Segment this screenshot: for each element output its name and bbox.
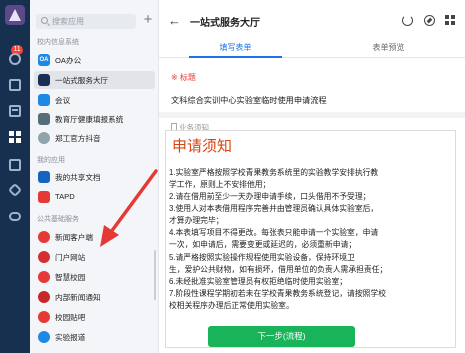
page-title: 一站式服务大厅 <box>190 18 260 29</box>
smart-campus-icon <box>38 271 50 283</box>
health-report-icon <box>38 113 50 125</box>
rule-line: 一次，如申请后，需要变更或延迟的，必须重新申请； <box>169 240 357 249</box>
rule-line: 6.未经批准实验室管理员有权拒绝临时使用实验室； <box>169 277 348 286</box>
sidebar-item-campus-forum[interactable]: 校园贴吧 <box>34 308 155 326</box>
main-panel: ← 一站式服务大厅 填写表单 表单预览 ※ 标题 文科综合实训中心实验室临时使用… <box>159 0 465 353</box>
oa-icon: OA <box>38 54 50 66</box>
rule-line: 学工作，原则上不安排他用； <box>169 180 271 189</box>
sidebar-item-label: TAPD <box>55 192 75 201</box>
chat-icon[interactable] <box>9 53 21 65</box>
tapd-icon <box>38 191 50 203</box>
sidebar-item-lab-report[interactable]: 实验报道 <box>34 328 155 346</box>
sidebar-item-label: OA办公 <box>55 56 82 65</box>
calendar-icon[interactable] <box>9 105 21 117</box>
title-field-label: ※ 标题 <box>171 73 196 82</box>
sidebar-item-label: 实验报道 <box>55 333 86 342</box>
form-tabs: 填写表单 表单预览 <box>159 38 465 58</box>
rule-line: 校相关程序办理后正常使用实验室。 <box>169 301 294 310</box>
rule-line: 才算办理完毕； <box>169 216 224 225</box>
refresh-icon[interactable] <box>402 15 413 26</box>
sidebar-item-health-report[interactable]: 教育厅健康填报系统 <box>34 110 155 128</box>
sidebar-item-portal[interactable]: 门户网站 <box>34 248 155 266</box>
section-my-apps: 我的应用 <box>37 157 65 164</box>
sidebar-item-label: 我的共享文档 <box>55 173 101 182</box>
sidebar-item-tapd[interactable]: TAPD <box>34 188 155 206</box>
campus-forum-icon <box>38 311 50 323</box>
sidebar-item-douyin[interactable]: 郑工官方抖音 <box>34 129 155 147</box>
sidebar-item-label: 校园贴吧 <box>55 313 86 322</box>
section-school-systems: 校内信息系统 <box>37 39 79 46</box>
apps-grid-icon[interactable] <box>9 131 21 143</box>
sidebar-scrollbar[interactable] <box>154 250 156 300</box>
sidebar-item-internal-news[interactable]: 内部新闻通知 <box>34 288 155 306</box>
logo-icon <box>9 9 21 21</box>
douyin-icon <box>38 132 50 144</box>
next-step-button[interactable]: 下一步(流程) <box>208 326 355 347</box>
more-apps-icon[interactable] <box>445 15 456 26</box>
settings-icon[interactable] <box>7 182 23 198</box>
sidebar-item-label: 内部新闻通知 <box>55 293 101 302</box>
app-sidebar: 搜索应用 + 校内信息系统 OA OA办公 一站式服务大厅 会议 教育厅健康填报… <box>30 0 159 353</box>
add-app-button[interactable]: + <box>142 12 154 28</box>
notice-content: 申请须知 1.实验室严格按照学校青果教务系统里的实验教学安排执行教 学工作，原则… <box>165 130 456 348</box>
cloud-icon[interactable] <box>9 212 21 221</box>
contacts-icon[interactable] <box>9 79 21 91</box>
sidebar-item-news-client[interactable]: 新闻客户端 <box>34 228 155 246</box>
portal-icon <box>38 251 50 263</box>
sidebar-item-label: 教育厅健康填报系统 <box>55 115 124 124</box>
section-public-services: 公共基础服务 <box>37 216 79 223</box>
service-hall-icon <box>38 74 50 86</box>
rule-line: 2.请在借用前至少一天办理申请手续，口头借用不予受理； <box>169 192 371 201</box>
tab-form-preview[interactable]: 表单预览 <box>312 42 465 53</box>
mail-icon[interactable] <box>9 159 21 171</box>
section-divider <box>159 112 465 118</box>
sidebar-item-service-hall[interactable]: 一站式服务大厅 <box>34 71 155 89</box>
active-tab-indicator <box>189 56 282 58</box>
sidebar-item-label: 新闻客户端 <box>55 233 93 242</box>
rule-line: 生，爱护公共财物，如有损坏，借用单位的负责人需承担责任； <box>169 265 388 274</box>
internal-news-icon <box>38 291 50 303</box>
rule-line: 4.本表填写项目不得更改。每张表只能申请一个实验室，申请 <box>169 228 379 237</box>
sidebar-item-oa[interactable]: OA OA办公 <box>34 51 155 69</box>
search-placeholder: 搜索应用 <box>52 17 84 26</box>
search-input[interactable]: 搜索应用 <box>36 14 136 29</box>
sidebar-item-shared-docs[interactable]: 我的共享文档 <box>34 168 155 186</box>
sidebar-item-meeting[interactable]: 会议 <box>34 91 155 109</box>
compass-icon[interactable] <box>424 15 435 26</box>
sidebar-item-label: 一站式服务大厅 <box>55 76 109 85</box>
sidebar-item-smart-campus[interactable]: 智慧校园 <box>34 268 155 286</box>
search-icon <box>41 17 48 24</box>
shared-docs-icon <box>38 171 50 183</box>
sidebar-item-label: 智慧校园 <box>55 273 86 282</box>
rule-line: 3.使用人对本表借用程序完善并由管理员确认具体实验室后， <box>169 204 379 213</box>
sidebar-item-label: 会议 <box>55 96 71 105</box>
avatar[interactable] <box>5 5 25 25</box>
title-field-value: 文科综合实训中心实验室临时使用申请流程 <box>171 96 327 105</box>
sidebar-item-label: 门户网站 <box>55 253 86 262</box>
meeting-icon <box>38 94 50 106</box>
app-rail: 11 <box>0 0 30 353</box>
news-client-icon <box>38 231 50 243</box>
sidebar-item-label: 郑工官方抖音 <box>55 134 101 143</box>
rule-line: 7.阶段性课程学期初若未在学校青果教务系统登记，请按照学校 <box>169 289 387 298</box>
tab-fill-form[interactable]: 填写表单 <box>159 42 312 53</box>
rule-line: 1.实验室严格按照学校青果教务系统里的实验教学安排执行教 <box>169 168 379 177</box>
notice-heading: 申请须知 <box>172 137 233 155</box>
rule-line: 5.请严格按照实验操作规程使用实验设备，保持环境卫 <box>169 253 355 262</box>
back-button[interactable]: ← <box>168 13 181 28</box>
lab-report-icon <box>38 331 50 343</box>
